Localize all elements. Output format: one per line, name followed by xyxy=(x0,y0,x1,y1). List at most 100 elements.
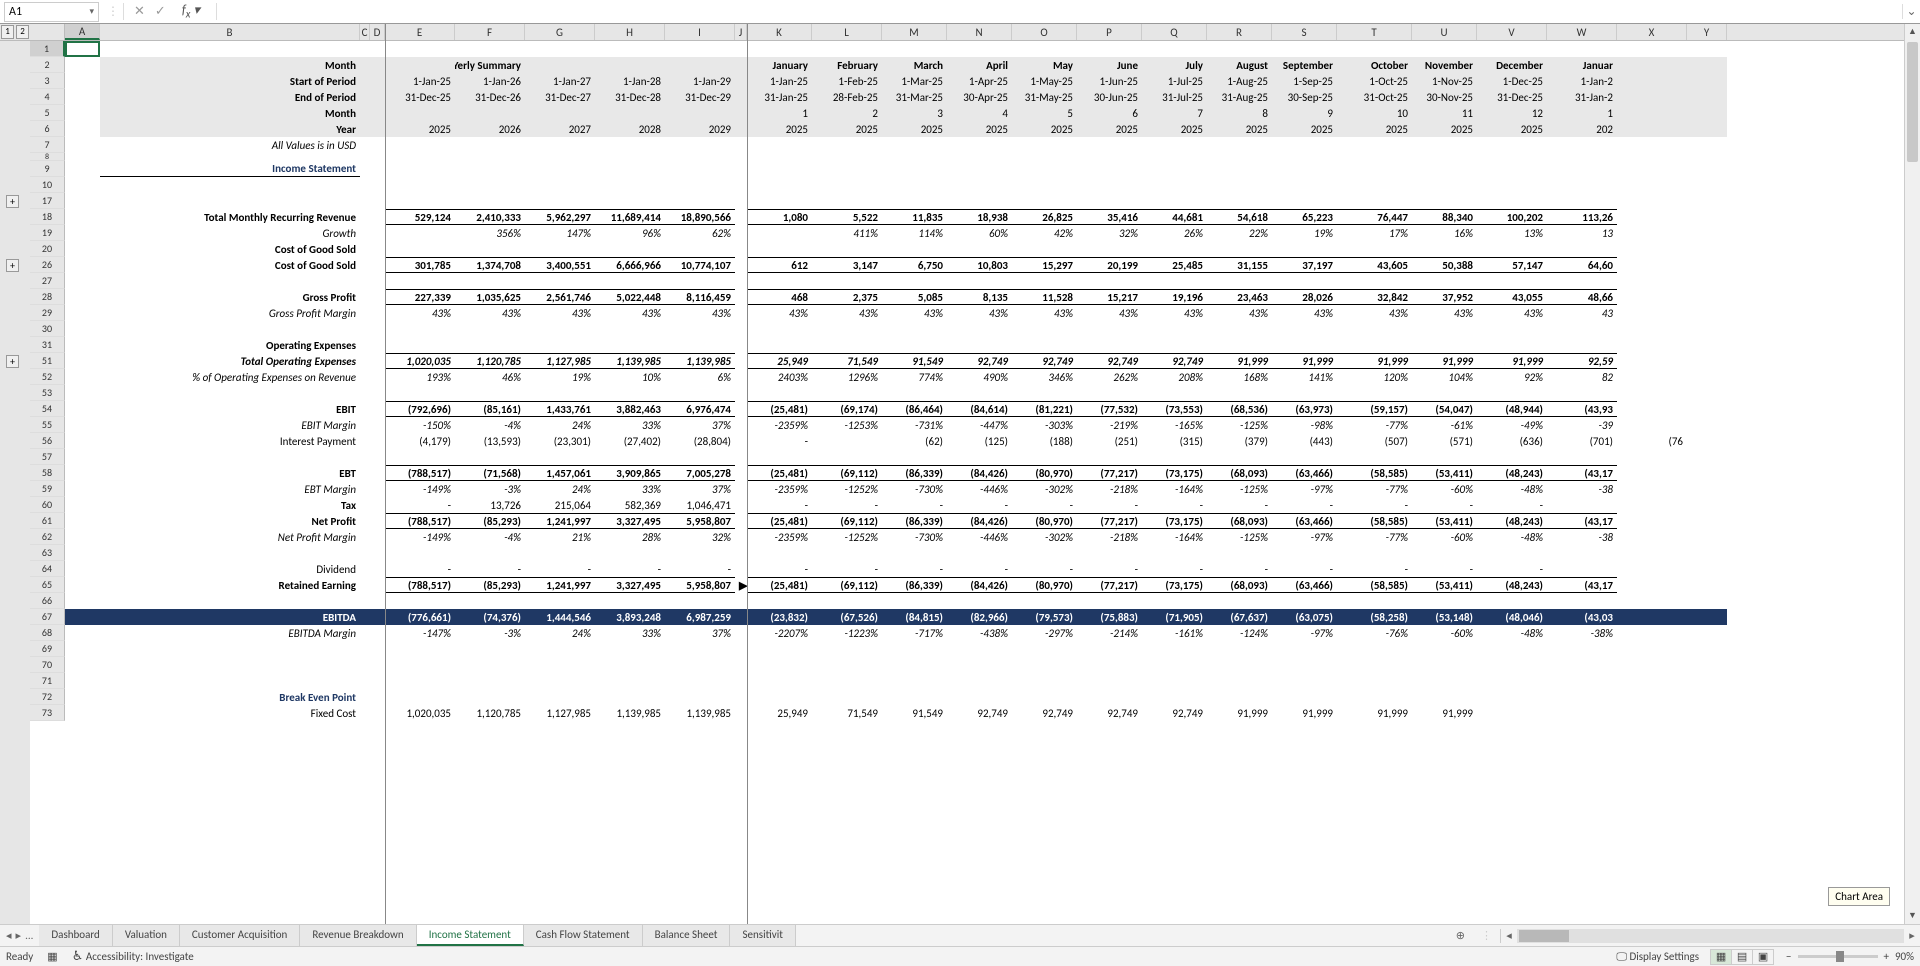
cell[interactable] xyxy=(1617,105,1687,121)
row-header[interactable]: 69 xyxy=(30,641,65,657)
cell[interactable]: (84,426) xyxy=(947,465,1012,481)
row-header[interactable]: 52 xyxy=(30,369,65,385)
hscroll-thumb[interactable] xyxy=(1519,930,1569,942)
cell[interactable] xyxy=(100,153,360,161)
cell[interactable] xyxy=(1412,657,1477,673)
cell[interactable] xyxy=(1617,609,1687,625)
cell[interactable] xyxy=(665,673,735,689)
cell[interactable]: 1-Jan-28 xyxy=(595,73,665,89)
cell[interactable] xyxy=(1617,241,1687,257)
cell[interactable] xyxy=(882,321,947,337)
cell[interactable] xyxy=(747,137,812,153)
cell[interactable]: 262% xyxy=(1077,369,1142,385)
cell[interactable] xyxy=(1477,673,1547,689)
cell[interactable] xyxy=(1617,289,1687,305)
cell[interactable] xyxy=(370,89,385,105)
cell[interactable] xyxy=(747,241,812,257)
cell[interactable] xyxy=(525,545,595,561)
cell[interactable]: (62) xyxy=(882,433,947,449)
zoom-slider[interactable] xyxy=(1798,955,1878,958)
cell[interactable] xyxy=(360,673,370,689)
hscroll-right-icon[interactable]: ▸ xyxy=(1904,929,1920,942)
cell[interactable] xyxy=(360,273,370,289)
cell[interactable] xyxy=(370,705,385,721)
cell[interactable] xyxy=(947,337,1012,353)
cell[interactable] xyxy=(1077,177,1142,193)
cell[interactable] xyxy=(1547,689,1617,705)
cell[interactable]: 215,064 xyxy=(525,497,595,513)
cell[interactable]: (86,339) xyxy=(882,577,947,593)
cell[interactable] xyxy=(1477,153,1547,161)
cell[interactable]: Cost of Good Sold xyxy=(100,241,360,257)
cell[interactable]: 6,976,474 xyxy=(665,401,735,417)
cell[interactable] xyxy=(1207,193,1272,209)
cell[interactable] xyxy=(1012,193,1077,209)
cell[interactable]: 11 xyxy=(1412,105,1477,121)
cell[interactable]: -61% xyxy=(1412,417,1477,433)
cell[interactable] xyxy=(1687,673,1727,689)
cell[interactable] xyxy=(525,321,595,337)
cell[interactable] xyxy=(812,137,882,153)
cell[interactable]: (776,661) xyxy=(385,609,455,625)
cell[interactable]: Fixed Cost xyxy=(100,705,360,721)
cell[interactable]: 64,60 xyxy=(1547,257,1617,273)
cell[interactable]: -48% xyxy=(1477,625,1547,641)
cell[interactable] xyxy=(1142,161,1207,177)
cell[interactable] xyxy=(1477,657,1547,673)
cell[interactable] xyxy=(385,321,455,337)
cell[interactable] xyxy=(1477,337,1547,353)
cell[interactable]: Interest Payment xyxy=(100,433,360,449)
cell[interactable] xyxy=(1412,273,1477,289)
cell[interactable] xyxy=(360,337,370,353)
cell[interactable] xyxy=(65,273,100,289)
cell[interactable] xyxy=(370,577,385,593)
cell[interactable]: 2028 xyxy=(595,121,665,137)
cell[interactable]: 1,035,625 xyxy=(455,289,525,305)
cell[interactable] xyxy=(65,673,100,689)
cell[interactable] xyxy=(1207,337,1272,353)
cell[interactable]: 92,749 xyxy=(1012,705,1077,721)
row-header[interactable]: 63 xyxy=(30,545,65,561)
cell[interactable] xyxy=(882,593,947,609)
sheet-tab[interactable]: Income Statement xyxy=(417,925,524,946)
cell[interactable] xyxy=(100,673,360,689)
row-header[interactable]: 59 xyxy=(30,481,65,497)
cell[interactable] xyxy=(360,401,370,417)
cell[interactable]: 1,080 xyxy=(747,209,812,225)
cell[interactable] xyxy=(65,177,100,193)
cell[interactable] xyxy=(370,433,385,449)
cell[interactable]: 582,369 xyxy=(595,497,665,513)
cell[interactable] xyxy=(747,193,812,209)
cell[interactable] xyxy=(1012,673,1077,689)
cell[interactable] xyxy=(1687,561,1727,577)
cell[interactable] xyxy=(65,137,100,153)
cell[interactable] xyxy=(455,105,525,121)
cell[interactable]: 30-Jun-25 xyxy=(1077,89,1142,105)
cell[interactable] xyxy=(1687,137,1727,153)
cell[interactable]: 120% xyxy=(1337,369,1412,385)
cell[interactable] xyxy=(1547,657,1617,673)
cell[interactable]: 2025 xyxy=(385,121,455,137)
cell[interactable] xyxy=(1207,593,1272,609)
cell[interactable]: (71,568) xyxy=(455,465,525,481)
cell[interactable]: 2 xyxy=(812,105,882,121)
cell[interactable] xyxy=(1142,177,1207,193)
cell[interactable] xyxy=(360,529,370,545)
cell[interactable] xyxy=(1142,673,1207,689)
cell[interactable] xyxy=(370,497,385,513)
cell[interactable]: - xyxy=(665,561,735,577)
cell[interactable]: -446% xyxy=(947,529,1012,545)
cell[interactable] xyxy=(1012,385,1077,401)
cell[interactable]: 42% xyxy=(1012,225,1077,241)
cell[interactable] xyxy=(1617,417,1687,433)
column-header-Y[interactable]: Y xyxy=(1687,24,1727,40)
cell[interactable]: 19% xyxy=(525,369,595,385)
cell[interactable] xyxy=(1547,641,1617,657)
cell[interactable] xyxy=(1412,689,1477,705)
sheet-tab[interactable]: Cash Flow Statement xyxy=(524,925,643,946)
cell[interactable]: 1,020,035 xyxy=(385,705,455,721)
cell[interactable]: (73,175) xyxy=(1142,577,1207,593)
cell[interactable] xyxy=(665,449,735,465)
cell[interactable]: - xyxy=(1077,497,1142,513)
cell[interactable]: (788,517) xyxy=(385,465,455,481)
